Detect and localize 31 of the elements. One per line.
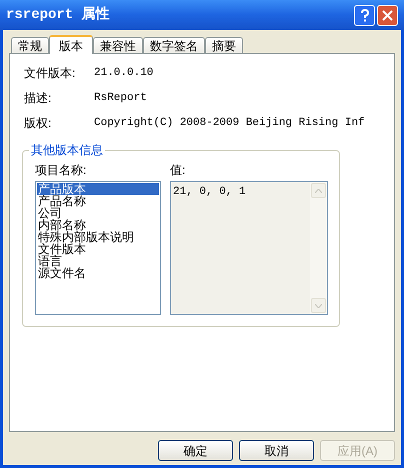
dialog-button[interactable]: 确定 [158, 440, 233, 461]
name-list[interactable]: 产品版本 产品名称 公司 内部名称 特殊内部版本说明 文件版本 语言 源文件名 [35, 181, 161, 315]
tab[interactable]: 常规 [11, 37, 49, 53]
close-button[interactable] [377, 4, 398, 26]
dialog-button[interactable]: 取消 [239, 440, 314, 461]
tab[interactable]: 版本 [49, 35, 93, 54]
close-icon [382, 10, 393, 20]
column-label: 项目名称: [35, 162, 88, 175]
field-label: 描述: [24, 90, 52, 107]
list-item[interactable]: 产品版本 [37, 183, 159, 195]
window-title: rsreport 属性 [6, 5, 110, 24]
tab[interactable]: 摘要 [205, 37, 243, 53]
tab[interactable]: 兼容性 [93, 37, 143, 53]
list-item[interactable]: 公司 [37, 207, 159, 219]
list-item[interactable]: 文件版本 [37, 243, 159, 255]
field-value: 21.0.0.10 [94, 66, 154, 81]
field-label: 文件版本: [24, 65, 76, 82]
help-icon [360, 8, 370, 22]
help-button[interactable] [354, 4, 375, 26]
tab[interactable]: 数字签名 [143, 37, 205, 53]
list-item[interactable]: 源文件名 [37, 267, 159, 279]
list-item[interactable]: 特殊内部版本说明 [37, 231, 159, 243]
value-text: 21, 0, 0, 1 [172, 185, 247, 198]
list-item[interactable]: 产品名称 [37, 195, 159, 207]
column-label: 值: [170, 162, 186, 175]
field-value: RsReport [94, 90, 147, 106]
group-title: 其他版本信息 [29, 143, 105, 157]
field-value: Copyright(C) 2008-2009 Beijing Rising Inf [94, 116, 365, 131]
list-item[interactable]: 语言 [37, 255, 159, 267]
list-item[interactable]: 内部名称 [37, 219, 159, 231]
field-label: 版权: [24, 115, 52, 132]
